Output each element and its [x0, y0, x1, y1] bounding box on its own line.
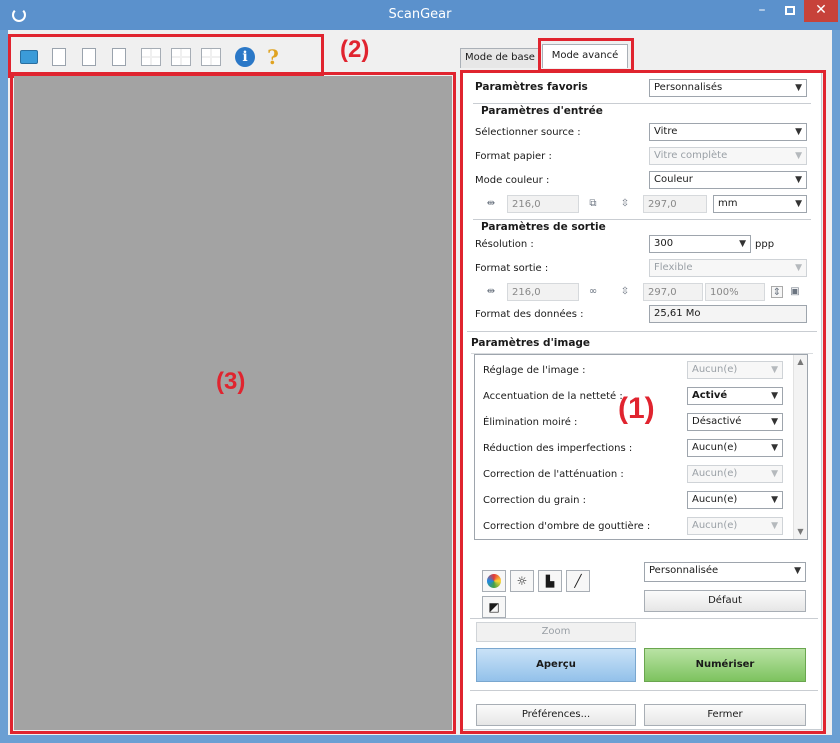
settings-highlight-box [460, 70, 826, 734]
callout-2: (2) [340, 36, 370, 63]
client-area: i ? (2) (3) Mode de base Mode avancé Par… [8, 30, 832, 735]
minimize-button[interactable]: – [748, 0, 776, 22]
window-title: ScanGear [388, 7, 452, 22]
maximize-button[interactable] [776, 0, 804, 22]
tab-highlight-box [538, 38, 634, 72]
close-window-button[interactable]: ✕ [804, 0, 838, 22]
tab-basic-mode[interactable]: Mode de base [460, 48, 540, 68]
preview-highlight-box [10, 72, 456, 734]
scangear-window: ScanGear – ✕ i ? (2) (3) Mode de base Mo… [0, 0, 840, 743]
callout-3: (3) [216, 368, 246, 395]
title-bar: ScanGear – ✕ [0, 0, 840, 30]
